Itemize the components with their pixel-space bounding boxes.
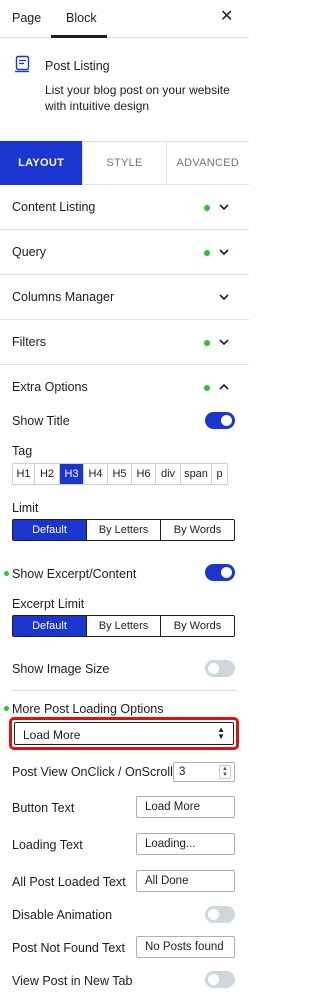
tab-layout[interactable]: LAYOUT — [0, 141, 83, 185]
panel-content-listing[interactable]: Content Listing — [0, 185, 249, 230]
chevron-down-icon — [219, 249, 229, 256]
not-found-text-label: Post Not Found Text — [12, 941, 126, 955]
select-arrows-icon: ▲ ▼ — [217, 725, 225, 741]
toggle-knob — [221, 415, 232, 426]
status-dot — [204, 340, 210, 346]
excerpt-option-by-letters[interactable]: By Letters — [86, 616, 160, 636]
loading-text-label: Loading Text — [12, 838, 83, 852]
status-dot — [204, 205, 210, 211]
show-excerpt-toggle[interactable] — [205, 564, 235, 581]
excerpt-limit-selector: Default By Letters By Words — [12, 615, 235, 637]
panel-label: Content Listing — [12, 200, 96, 214]
tag-option-h1[interactable]: H1 — [13, 464, 34, 484]
toggle-knob — [208, 663, 219, 674]
tab-advanced[interactable]: ADVANCED — [165, 142, 249, 184]
status-dot — [4, 706, 9, 711]
active-tab-indicator — [51, 35, 107, 38]
block-title: Post Listing — [45, 59, 110, 73]
button-text-input[interactable]: Load More — [136, 796, 235, 818]
status-dot — [204, 385, 210, 391]
more-post-loading-label: More Post Loading Options — [12, 702, 164, 716]
tag-option-h4[interactable]: H4 — [83, 464, 107, 484]
limit-option-by-letters[interactable]: By Letters — [86, 520, 160, 540]
chevron-up-icon — [219, 383, 229, 390]
tag-option-h5[interactable]: H5 — [107, 464, 131, 484]
tag-option-span[interactable]: span — [180, 464, 211, 484]
more-post-loading-select[interactable]: Load More ▲ ▼ — [14, 722, 234, 745]
show-image-size-toggle[interactable] — [205, 660, 235, 677]
show-title-label: Show Title — [12, 414, 70, 428]
new-tab-label: View Post in New Tab — [12, 974, 133, 988]
block-description: List your blog post on your website with… — [45, 83, 230, 113]
limit-selector: Default By Letters By Words — [12, 519, 235, 541]
excerpt-limit-label: Excerpt Limit — [12, 597, 85, 611]
show-image-size-label: Show Image Size — [12, 662, 110, 676]
tag-label: Tag — [12, 444, 33, 458]
not-found-text-input[interactable]: No Posts found — [136, 936, 235, 958]
excerpt-option-by-words[interactable]: By Words — [160, 616, 234, 636]
panel-label: Columns Manager — [12, 290, 115, 304]
show-title-toggle[interactable] — [205, 412, 235, 429]
toggle-knob — [208, 909, 219, 920]
tag-option-p[interactable]: p — [211, 464, 227, 484]
highlight-box: Load More ▲ ▼ — [9, 717, 239, 750]
disable-animation-label: Disable Animation — [12, 908, 113, 922]
sidebar-header: Page Block ✕ — [0, 0, 249, 38]
block-card: Post Listing List your blog post on your… — [0, 39, 249, 141]
panel-extra-options[interactable]: Extra Options — [0, 365, 249, 410]
divider — [12, 690, 237, 691]
tag-option-h3[interactable]: H3 — [59, 464, 83, 484]
all-loaded-text-input[interactable]: All Done — [136, 870, 235, 892]
limit-option-by-words[interactable]: By Words — [160, 520, 234, 540]
tab-block[interactable]: Block — [66, 11, 97, 25]
toggle-knob — [208, 974, 219, 985]
limit-label: Limit — [12, 501, 39, 515]
post-view-label: Post View OnClick / OnScroll — [12, 765, 173, 779]
inspector-tabs: LAYOUT STYLE ADVANCED — [0, 141, 249, 185]
tag-selector: H1 H2 H3 H4 H5 H6 div span p — [12, 463, 228, 485]
status-dot — [204, 250, 210, 256]
panel-columns-manager[interactable]: Columns Manager — [0, 275, 249, 320]
close-icon[interactable]: ✕ — [220, 9, 233, 25]
toggle-knob — [221, 567, 232, 578]
tag-option-h6[interactable]: H6 — [131, 464, 155, 484]
panel-filters[interactable]: Filters — [0, 320, 249, 365]
new-tab-toggle[interactable] — [205, 971, 235, 988]
tab-style[interactable]: STYLE — [82, 142, 165, 184]
panel-label: Extra Options — [12, 380, 88, 394]
spinner-icon[interactable]: ▲ ▼ — [219, 765, 231, 779]
loading-text-input[interactable]: Loading... — [136, 833, 235, 855]
post-view-value: 3 — [179, 766, 186, 778]
disable-animation-toggle[interactable] — [205, 906, 235, 923]
chevron-down-icon — [219, 204, 229, 211]
limit-option-default[interactable]: Default — [13, 520, 86, 540]
button-text-label: Button Text — [12, 801, 75, 815]
tab-page[interactable]: Page — [12, 11, 41, 25]
post-listing-icon — [15, 55, 30, 73]
tag-option-h2[interactable]: H2 — [34, 464, 59, 484]
all-loaded-text-label: All Post Loaded Text — [12, 875, 126, 889]
panel-label: Filters — [12, 335, 47, 349]
select-value: Load More — [23, 728, 81, 742]
chevron-down-icon — [219, 339, 229, 346]
excerpt-option-default[interactable]: Default — [13, 616, 86, 636]
tag-option-div[interactable]: div — [155, 464, 180, 484]
show-excerpt-label: Show Excerpt/Content — [12, 567, 137, 581]
status-dot — [4, 571, 9, 576]
panel-label: Query — [12, 245, 47, 259]
panel-query[interactable]: Query — [0, 230, 249, 275]
post-view-input[interactable]: 3 ▲ ▼ — [173, 762, 235, 782]
chevron-down-icon — [219, 294, 229, 301]
